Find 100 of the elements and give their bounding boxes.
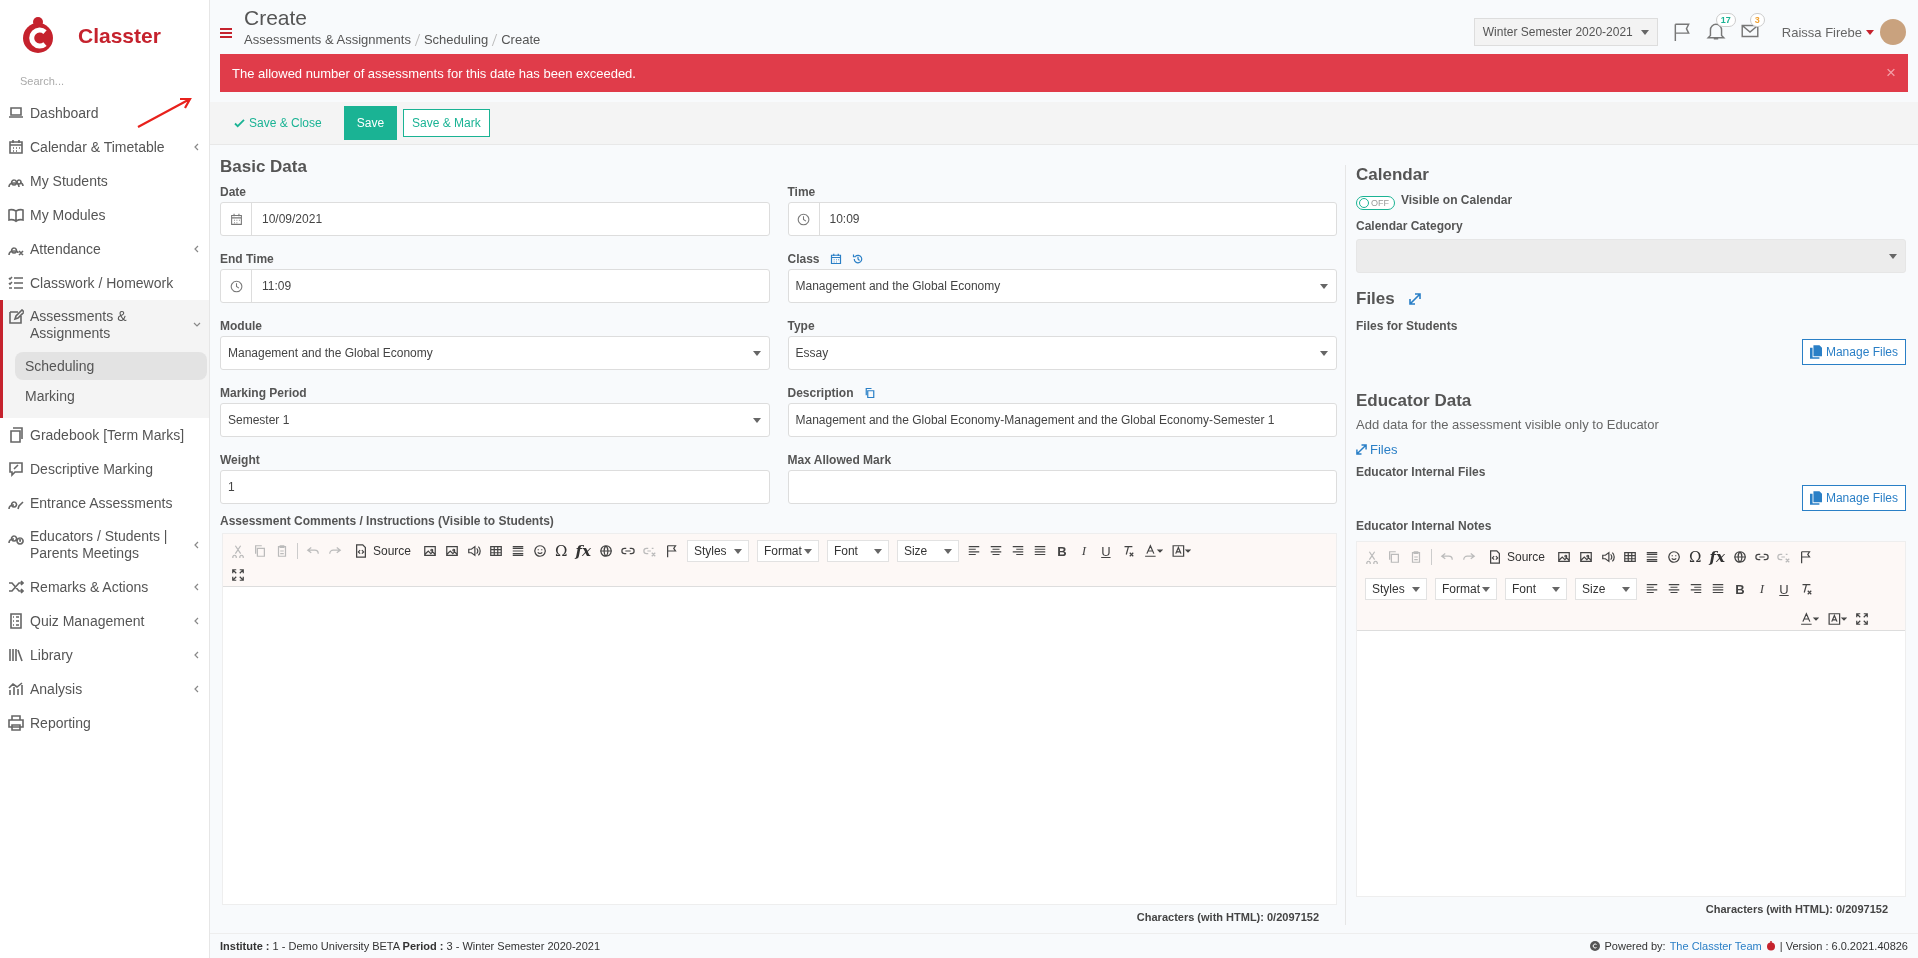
sidebar-item[interactable]: Reporting — [0, 706, 209, 740]
align-right-icon[interactable] — [1010, 544, 1025, 558]
format-button[interactable]: U — [1777, 581, 1791, 597]
calendar-icon[interactable] — [829, 253, 842, 265]
align-right-icon[interactable] — [1689, 582, 1703, 596]
sidebar-item[interactable]: Remarks & Actions — [0, 570, 209, 604]
toolbar-dropdown[interactable]: Format — [1435, 578, 1497, 600]
toolbar-dropdown[interactable]: Size — [1575, 578, 1637, 600]
sidebar-item[interactable]: Classwork / Homework — [0, 266, 209, 300]
image-icon[interactable] — [445, 544, 460, 558]
flag-icon[interactable] — [664, 544, 679, 558]
globe-icon[interactable] — [1732, 550, 1747, 564]
sidebar-item[interactable]: Educators / Students | Parents Meetings — [0, 520, 209, 570]
smiley-icon[interactable] — [1667, 550, 1682, 564]
table-icon[interactable] — [1623, 550, 1638, 564]
select-field[interactable]: Essay — [787, 336, 1337, 370]
toolbar-dropdown[interactable]: Font — [826, 540, 889, 562]
caret-icon — [803, 548, 812, 554]
symbol-button[interactable]: fx — [575, 542, 591, 560]
symbol-button[interactable]: fx — [1709, 548, 1725, 566]
sidebar-item[interactable]: Library — [0, 638, 209, 672]
sidebar-item[interactable]: Attendance — [0, 232, 209, 266]
image-icon[interactable] — [423, 544, 438, 558]
sidebar-item[interactable]: Quiz Management — [0, 604, 209, 638]
format-button[interactable]: I — [1755, 581, 1769, 597]
image-icon[interactable] — [1579, 550, 1594, 564]
toolbar-dropdown[interactable]: Format — [756, 540, 819, 562]
search-field[interactable]: Search... — [18, 74, 192, 88]
text-color-icon[interactable] — [1799, 612, 1819, 626]
history-icon[interactable] — [851, 253, 864, 265]
submenu-item[interactable]: Scheduling — [15, 352, 207, 380]
smiley-icon[interactable] — [533, 544, 548, 558]
select-field[interactable]: Management and the Global Economy — [787, 269, 1337, 303]
rich-text-editor[interactable]: Source Ω fx Styles Format Font Size B I U — [1356, 541, 1906, 897]
toolbar-dropdown[interactable]: Styles — [1365, 578, 1427, 600]
symbol-button[interactable]: Ω — [555, 542, 568, 560]
manage-files-button[interactable]: Manage Files — [1801, 339, 1906, 365]
lines-icon[interactable] — [511, 544, 526, 558]
format-button[interactable]: U — [1098, 543, 1113, 559]
format-button[interactable]: I — [1076, 543, 1091, 559]
maximize-icon[interactable] — [1855, 612, 1869, 626]
sidebar-item[interactable]: Assessments & Assignments — [3, 300, 209, 350]
sidebar-item[interactable]: Entrance Assessments — [0, 486, 209, 520]
lines-icon[interactable] — [1645, 550, 1660, 564]
sidebar-item[interactable]: Descriptive Marking — [0, 452, 209, 486]
sidebar-item[interactable]: Calendar & Timetable — [0, 130, 209, 164]
copy-icon[interactable] — [863, 387, 876, 399]
format-button[interactable]: B — [1054, 543, 1069, 559]
align-left-icon[interactable] — [1645, 582, 1659, 596]
speaker-icon[interactable] — [467, 544, 482, 558]
books-icon — [8, 647, 24, 663]
input-field[interactable]: Management and the Global Economy-Management and the Global Economy-Semester 1 — [787, 403, 1337, 437]
highlight-icon[interactable] — [1827, 612, 1847, 626]
sidebar-item[interactable]: My Students — [0, 164, 209, 198]
files-icon — [1809, 491, 1822, 505]
flag-icon[interactable] — [1798, 550, 1813, 564]
select-field[interactable]: Semester 1 — [220, 403, 770, 437]
sidebar-item[interactable]: My Modules — [0, 198, 209, 232]
toolbar-dropdown[interactable]: Size — [896, 540, 959, 562]
semester-select[interactable]: Winter Semester 2020-2021 — [1473, 18, 1658, 46]
menu-icon[interactable] — [220, 28, 232, 38]
align-justify-icon[interactable] — [1032, 544, 1047, 558]
format-button[interactable]: B — [1733, 581, 1747, 597]
align-center-icon[interactable] — [988, 544, 1003, 558]
source-button[interactable]: Source — [1484, 550, 1550, 564]
date-field[interactable]: 10/09/2021 — [220, 202, 770, 236]
toggle-label: Visible on Calendar — [1401, 193, 1513, 207]
expand-icon[interactable] — [1408, 293, 1421, 305]
maximize-icon[interactable] — [231, 568, 245, 582]
sidebar-item[interactable]: Analysis — [0, 672, 209, 706]
submenu-item[interactable]: Marking — [15, 382, 207, 410]
sidebar-item[interactable]: Dashboard — [0, 96, 209, 130]
text-color-icon[interactable] — [1142, 544, 1163, 558]
user-name[interactable]: Raissa Firebe — [1781, 24, 1862, 40]
speaker-icon[interactable] — [1601, 550, 1616, 564]
files-link[interactable]: Files — [1356, 442, 1398, 457]
caret-icon — [1640, 29, 1649, 35]
globe-icon[interactable] — [598, 544, 613, 558]
source-button[interactable]: Source — [350, 544, 416, 558]
time-field[interactable]: 11:09 — [220, 269, 770, 303]
toolbar-dropdown[interactable]: Styles — [686, 540, 749, 562]
caret-icon[interactable] — [1866, 29, 1874, 35]
team-link[interactable]: The Classter Team — [1669, 940, 1762, 952]
input-field[interactable] — [787, 470, 1337, 504]
align-left-icon[interactable] — [966, 544, 981, 558]
select-field[interactable]: Management and the Global Economy — [220, 336, 770, 370]
rich-text-editor[interactable]: Source Ω fx Styles Format Font Size B I U — [222, 533, 1337, 905]
manage-files-button[interactable]: Manage Files — [1801, 485, 1906, 511]
input-field[interactable]: 1 — [220, 470, 770, 504]
toolbar-dropdown[interactable]: Font — [1505, 578, 1567, 600]
table-icon[interactable] — [489, 544, 504, 558]
align-center-icon[interactable] — [1667, 582, 1681, 596]
symbol-button[interactable]: Ω — [1689, 548, 1702, 566]
sidebar-item[interactable]: Gradebook [Term Marks] — [0, 418, 209, 452]
highlight-icon[interactable] — [1170, 544, 1191, 558]
align-justify-icon[interactable] — [1711, 582, 1725, 596]
breadcrumb-item[interactable]: Assessments & Assignments — [244, 32, 411, 47]
image-icon[interactable] — [1557, 550, 1572, 564]
time-field[interactable]: 10:09 — [787, 202, 1337, 236]
breadcrumb-item[interactable]: Scheduling — [423, 32, 489, 47]
